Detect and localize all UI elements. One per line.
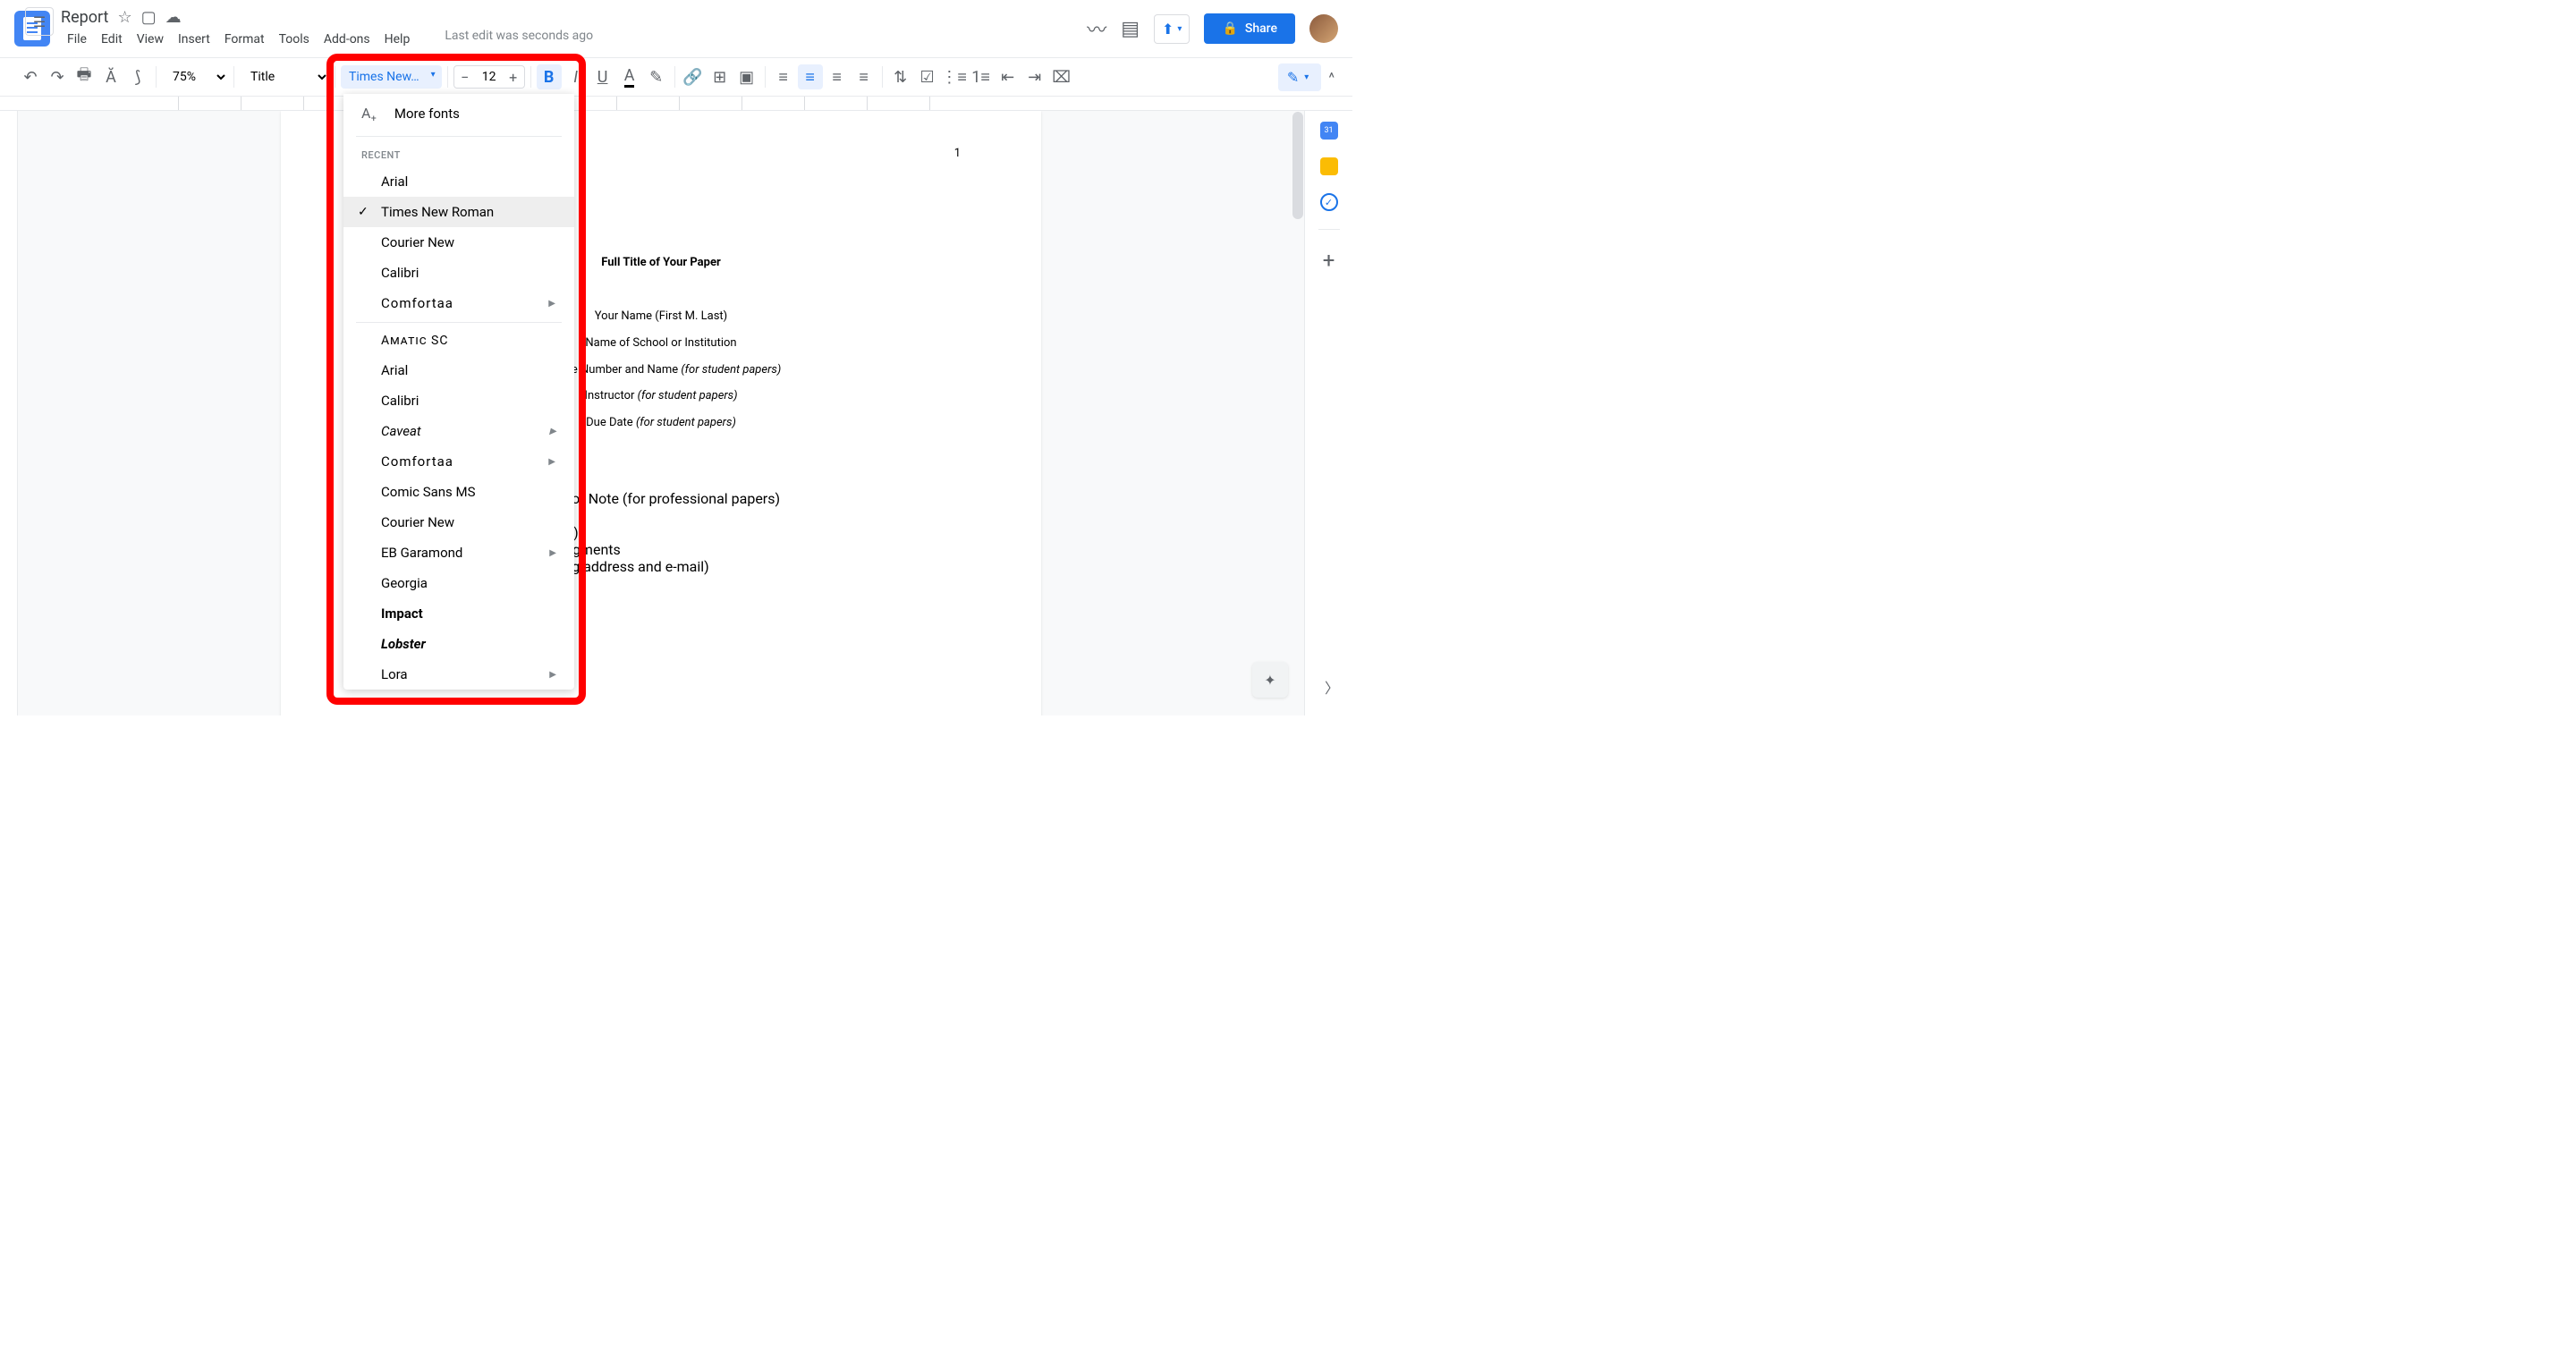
horizontal-ruler[interactable] bbox=[0, 97, 1352, 111]
recent-fonts-label: RECENT bbox=[343, 140, 574, 166]
outline-toggle-button[interactable]: ☰ bbox=[25, 7, 54, 36]
bold-button[interactable]: B bbox=[537, 64, 562, 89]
more-fonts-item[interactable]: A₊ More fonts bbox=[343, 94, 574, 132]
font-size-increase[interactable]: + bbox=[503, 66, 524, 88]
share-button[interactable]: 🔒Share bbox=[1204, 13, 1295, 44]
menu-bar: File Edit View Insert Format Tools Add-o… bbox=[61, 29, 1087, 50]
collapse-toolbar-button[interactable]: ^ bbox=[1328, 69, 1335, 86]
document-canvas[interactable]: Title (for professional papers) 1 Full T… bbox=[18, 111, 1304, 715]
lock-icon: 🔒 bbox=[1222, 21, 1237, 36]
align-justify-button[interactable]: ≡ bbox=[852, 64, 877, 89]
insert-link-button[interactable]: 🔗 bbox=[681, 64, 706, 89]
insert-comment-button[interactable]: ⊞ bbox=[708, 64, 733, 89]
align-left-button[interactable]: ≡ bbox=[771, 64, 796, 89]
pencil-icon: ✎ bbox=[1287, 69, 1299, 86]
editing-mode-button[interactable]: ✎▾ bbox=[1278, 63, 1321, 91]
keep-icon[interactable] bbox=[1320, 157, 1338, 175]
font-item-courier-new[interactable]: Courier New bbox=[343, 507, 574, 538]
move-folder-icon[interactable]: ▢ bbox=[141, 8, 157, 27]
account-avatar[interactable] bbox=[1309, 14, 1338, 43]
page-number: 1 bbox=[954, 147, 961, 160]
chevron-right-icon: ▶ bbox=[549, 548, 556, 558]
font-item-calibri[interactable]: Calibri bbox=[343, 258, 574, 288]
paragraph-style-select[interactable]: Title bbox=[240, 65, 329, 89]
tasks-icon[interactable] bbox=[1320, 193, 1338, 211]
font-size-group: − + bbox=[453, 65, 525, 89]
text-color-button[interactable]: A bbox=[617, 64, 642, 89]
calendar-icon[interactable] bbox=[1320, 122, 1338, 140]
present-button[interactable]: ⬆▾ bbox=[1154, 14, 1190, 44]
star-icon[interactable]: ☆ bbox=[117, 8, 131, 27]
menu-file[interactable]: File bbox=[61, 29, 93, 50]
font-select[interactable]: Times New… bbox=[341, 65, 442, 89]
menu-help[interactable]: Help bbox=[378, 29, 417, 50]
comments-icon[interactable]: ▤ bbox=[1121, 18, 1140, 40]
chevron-right-icon: ▶ bbox=[549, 670, 556, 680]
header: Report ☆ ▢ ☁ File Edit View Insert Forma… bbox=[0, 0, 1352, 57]
checklist-button[interactable]: ☑ bbox=[915, 64, 940, 89]
font-dropdown: A₊ More fonts RECENT ArialTimes New Roma… bbox=[343, 94, 574, 690]
document-title[interactable]: Report bbox=[61, 8, 108, 27]
font-item-impact[interactable]: Impact bbox=[343, 598, 574, 629]
add-addon-button[interactable]: + bbox=[1323, 248, 1335, 273]
font-item-comfortaa[interactable]: Comfortaa▶ bbox=[343, 446, 574, 477]
align-center-button[interactable]: ≡ bbox=[798, 64, 823, 89]
print-button[interactable]: 🖶 bbox=[72, 64, 97, 89]
font-item-georgia[interactable]: Georgia bbox=[343, 568, 574, 598]
undo-button[interactable]: ↶ bbox=[18, 64, 43, 89]
menu-format[interactable]: Format bbox=[218, 29, 271, 50]
highlight-button[interactable]: ✎ bbox=[644, 64, 669, 89]
more-fonts-icon: A₊ bbox=[361, 105, 377, 122]
decrease-indent-button[interactable]: ⇤ bbox=[996, 64, 1021, 89]
font-item-calibri[interactable]: Calibri bbox=[343, 385, 574, 416]
menu-view[interactable]: View bbox=[131, 29, 170, 50]
font-item-comfortaa[interactable]: Comfortaa▶ bbox=[343, 288, 574, 318]
present-up-icon: ⬆ bbox=[1162, 21, 1174, 38]
align-right-button[interactable]: ≡ bbox=[825, 64, 850, 89]
menu-insert[interactable]: Insert bbox=[172, 29, 216, 50]
vertical-ruler[interactable] bbox=[0, 111, 18, 715]
chevron-right-icon: ▶ bbox=[548, 457, 556, 467]
line-spacing-button[interactable]: ⇅ bbox=[888, 64, 913, 89]
font-item-times-new-roman[interactable]: Times New Roman bbox=[343, 197, 574, 227]
clear-format-button[interactable]: ⌧ bbox=[1049, 64, 1074, 89]
font-item-comic-sans-ms[interactable]: Comic Sans MS bbox=[343, 477, 574, 507]
font-item-arial[interactable]: Arial bbox=[343, 166, 574, 197]
numbered-list-button[interactable]: 1≡ bbox=[969, 64, 994, 89]
main-scrollbar[interactable] bbox=[1292, 112, 1303, 648]
font-size-input[interactable] bbox=[476, 70, 503, 84]
font-item-amatic-sc[interactable]: Amatic SC bbox=[343, 326, 574, 355]
chevron-right-icon: ▶ bbox=[549, 427, 556, 436]
font-item-lobster[interactable]: Lobster bbox=[343, 629, 574, 659]
menu-edit[interactable]: Edit bbox=[95, 29, 129, 50]
bullet-list-button[interactable]: ⋮≡ bbox=[942, 64, 967, 89]
increase-indent-button[interactable]: ⇥ bbox=[1022, 64, 1047, 89]
sidepanel-collapse-button[interactable]: 〉 bbox=[1325, 676, 1339, 698]
font-size-decrease[interactable]: − bbox=[454, 66, 476, 88]
paint-format-button[interactable]: ⟆ bbox=[125, 64, 150, 89]
menu-tools[interactable]: Tools bbox=[273, 29, 316, 50]
font-item-caveat[interactable]: Caveat▶ bbox=[343, 416, 574, 446]
menu-addons[interactable]: Add-ons bbox=[318, 29, 377, 50]
side-panel: + bbox=[1304, 111, 1352, 715]
font-item-eb-garamond[interactable]: EB Garamond▶ bbox=[343, 538, 574, 568]
font-item-courier-new[interactable]: Courier New bbox=[343, 227, 574, 258]
chevron-right-icon: ▶ bbox=[548, 299, 556, 309]
activity-icon[interactable]: 〰 bbox=[1087, 14, 1106, 43]
last-edit-text[interactable]: Last edit was seconds ago bbox=[445, 29, 593, 50]
font-item-lora[interactable]: Lora▶ bbox=[343, 659, 574, 690]
insert-image-button[interactable]: ▣ bbox=[734, 64, 759, 89]
italic-button[interactable]: I bbox=[564, 64, 589, 89]
zoom-select[interactable]: 75% bbox=[162, 65, 228, 89]
font-item-arial[interactable]: Arial bbox=[343, 355, 574, 385]
underline-button[interactable]: U bbox=[590, 64, 615, 89]
toolbar: ↶ ↷ 🖶 Ă ⟆ 75% Title Times New… − + B I U… bbox=[0, 57, 1352, 97]
cloud-status-icon[interactable]: ☁ bbox=[165, 8, 182, 27]
spellcheck-button[interactable]: Ă bbox=[98, 64, 123, 89]
explore-button[interactable]: ✦ bbox=[1252, 662, 1288, 698]
redo-button[interactable]: ↷ bbox=[45, 64, 70, 89]
